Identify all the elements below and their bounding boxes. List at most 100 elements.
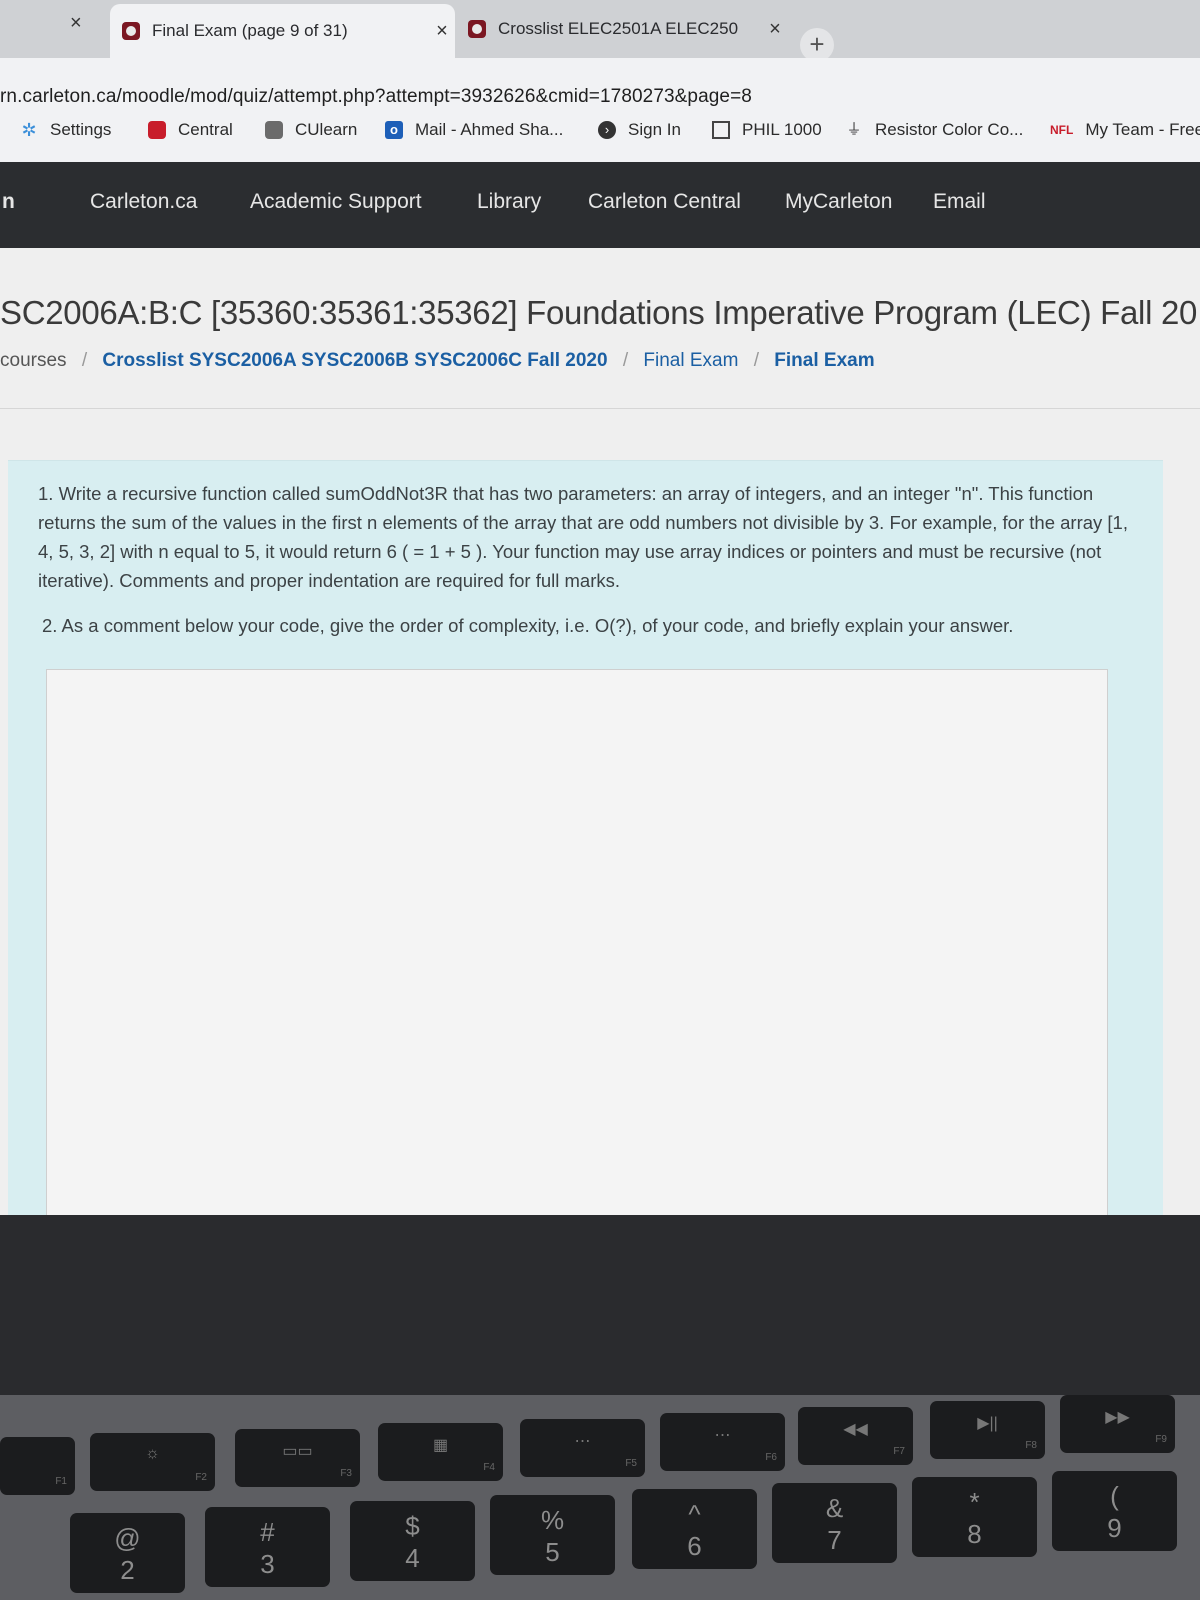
f1-label: F1 [55,1476,67,1487]
nav-academic-support[interactable]: Academic Support [250,190,422,214]
breadcrumb-courses[interactable]: courses [0,350,67,371]
key-8-shift: * [969,1487,980,1517]
f6-key: ⋯ F6 [660,1413,785,1471]
carleton-shield-icon [148,121,166,139]
key-9-shift: ( [1110,1481,1119,1511]
laptop-keyboard: F1 ☼ F2 ▭▭ F3 ▦ F4 ⋯ F5 ⋯ F6 ◀◀ F7 ▶|| F… [0,1395,1200,1600]
bookmark-label: My Team - Free [1085,120,1200,139]
bookmark-mail[interactable]: o Mail - Ahmed Sha... [385,120,563,140]
f4-key: ▦ F4 [378,1423,503,1481]
key-5: % 5 [490,1495,615,1575]
f4-label: F4 [483,1462,495,1473]
f9-label: F9 [1155,1434,1167,1445]
gear-icon: ✲ [21,120,37,140]
tab-final-exam[interactable]: Final Exam (page 9 of 31) × [110,4,455,58]
bookmark-label: CUlearn [295,120,358,139]
nav-carleton-central[interactable]: Carleton Central [588,190,741,214]
mission-control-icon: ▭▭ [282,1443,313,1460]
question-panel: 1. Write a recursive function called sum… [8,460,1163,1215]
calculator-icon [712,121,730,139]
address-bar[interactable]: rn.carleton.ca/moodle/mod/quiz/attempt.p… [0,58,1200,118]
keyboard-light-icon: ⋯ [574,1433,591,1450]
brightness-icon: ☼ [145,1445,160,1462]
bookmark-phil-1000[interactable]: PHIL 1000 [712,120,822,140]
nfl-icon: NFL [1050,123,1074,137]
key-6-shift: ^ [688,1499,701,1529]
tab-title: Final Exam (page 9 of 31) [152,21,348,40]
bookmark-label: Resistor Color Co... [875,120,1024,139]
bookmark-resistor-color[interactable]: ⏚ Resistor Color Co... [845,120,1023,140]
f9-key: ▶▶ F9 [1060,1395,1175,1453]
page-title: SC2006A:B:C [35360:35361:35362] Foundati… [0,294,1198,331]
key-2-shift: @ [114,1523,141,1553]
tab-title: Crosslist ELEC2501A ELEC250 [498,19,739,38]
answer-textarea[interactable] [46,669,1108,1215]
key-4-shift: $ [405,1511,420,1541]
divider [0,408,1200,409]
f5-label: F5 [625,1458,637,1469]
outlook-icon: o [385,121,403,139]
key-5-shift: % [540,1505,565,1535]
key-2-label: 2 [120,1555,135,1585]
key-8: * 8 [912,1477,1037,1557]
breadcrumb-separator: / [753,350,759,371]
f6-label: F6 [765,1452,777,1463]
breadcrumb-final-exam-current[interactable]: Final Exam [774,350,874,371]
signin-icon: › [598,121,616,139]
bookmark-settings[interactable]: ✲ Settings [20,120,111,140]
tab-close-icon[interactable]: × [762,18,788,41]
nav-email[interactable]: Email [933,190,986,214]
breadcrumb-separator: / [622,350,629,371]
f8-key: ▶|| F8 [930,1401,1045,1459]
f7-label: F7 [893,1446,905,1457]
key-7-shift: & [825,1493,844,1523]
key-6: ^ 6 [632,1489,757,1569]
tab-strip: × Final Exam (page 9 of 31) × Crosslist … [0,0,1200,62]
close-icon[interactable]: × [70,12,82,35]
key-9-label: 9 [1107,1513,1122,1543]
new-tab-button[interactable]: + [800,28,834,62]
bookmark-sign-in[interactable]: › Sign In [598,120,681,140]
breadcrumb-course[interactable]: Crosslist SYSC2006A SYSC2006B SYSC2006C … [102,350,607,371]
laptop-bezel [0,1215,1200,1395]
bookmark-label: Central [178,120,233,139]
bookmark-my-team[interactable]: NFL My Team - Free [1050,120,1200,140]
rewind-icon: ◀◀ [843,1421,868,1438]
bookmark-label: PHIL 1000 [742,120,822,139]
bookmark-label: Settings [50,120,112,139]
key-9: ( 9 [1052,1471,1177,1551]
resistor-icon: ⏚ [846,121,862,138]
breadcrumb-final-exam[interactable]: Final Exam [643,350,738,371]
nav-library[interactable]: Library [477,190,541,214]
breadcrumb-separator: / [81,350,88,371]
f3-key: ▭▭ F3 [235,1429,360,1487]
fast-forward-icon: ▶▶ [1105,1409,1130,1426]
f7-key: ◀◀ F7 [798,1407,913,1465]
question-part-1: 1. Write a recursive function called sum… [38,483,1128,591]
bookmark-central[interactable]: Central [148,120,233,140]
key-2: @ 2 [70,1513,185,1593]
carleton-shield-icon [468,20,486,38]
f5-key: ⋯ F5 [520,1419,645,1477]
key-4-label: 4 [405,1543,420,1573]
question-part-2: 2. As a comment below your code, give th… [42,615,1014,636]
key-3-label: 3 [260,1549,275,1579]
nav-carleton-ca[interactable]: Carleton.ca [90,190,197,214]
bookmark-label: Mail - Ahmed Sha... [415,120,564,139]
launchpad-icon: ▦ [432,1437,449,1454]
bookmark-label: Sign In [628,120,681,139]
bookmark-culearn[interactable]: CUlearn [265,120,357,140]
keyboard-light-icon: ⋯ [714,1427,731,1444]
site-navigation: n Carleton.ca Academic Support Library C… [0,162,1200,248]
url-text[interactable]: rn.carleton.ca/moodle/mod/quiz/attempt.p… [0,86,752,108]
brand-fragment: n [2,190,15,213]
f2-key: ☼ F2 [90,1433,215,1491]
tab-crosslist[interactable]: Crosslist ELEC2501A ELEC250 × [458,6,788,52]
nav-mycarleton[interactable]: MyCarleton [785,190,892,214]
carleton-shield-icon [122,22,140,40]
quiz-page: SC2006A:B:C [35360:35361:35362] Foundati… [0,248,1200,1215]
play-pause-icon: ▶|| [977,1415,998,1432]
carleton-shield-icon [265,121,283,139]
tab-close-icon[interactable]: × [429,20,455,43]
key-7-label: 7 [827,1525,842,1555]
